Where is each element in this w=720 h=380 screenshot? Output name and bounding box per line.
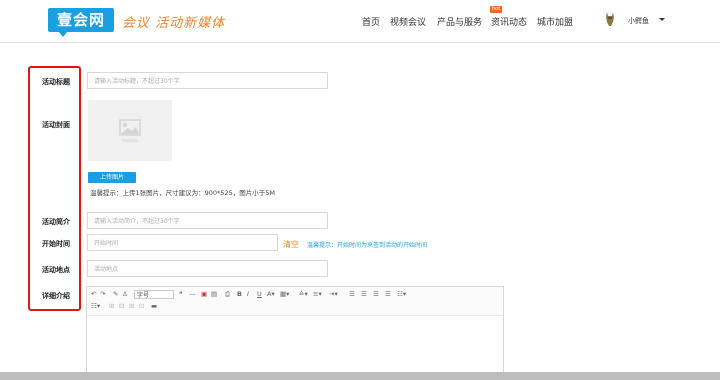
hot-badge: hot	[490, 6, 503, 13]
upload-tip-text: 温馨提示：上传1张图片，尺寸建议为：900*525，图片小于5M	[90, 189, 275, 197]
intro-placeholder: 请输入活动简介，不超过30个字	[94, 218, 180, 225]
site-slogan: 会议 活动新媒体	[122, 16, 226, 31]
nav-video-meeting[interactable]: 视频会议	[390, 15, 426, 28]
ordered-list-icon[interactable]: ☷▾	[91, 302, 100, 311]
unordered-list-icon[interactable]: ☷▾	[397, 290, 406, 299]
align-right-icon[interactable]: ☰	[373, 290, 379, 299]
font-color-icon[interactable]: A▾	[267, 290, 275, 299]
label-activity-location: 活动地点	[42, 266, 70, 274]
blockquote-icon[interactable]: ❝	[179, 290, 183, 299]
upload-image-button[interactable]: 上传图片	[88, 172, 136, 183]
label-start-time: 开始时间	[42, 240, 70, 248]
image-icon	[119, 119, 141, 142]
paragraph-spacing-icon[interactable]: ≡▾	[313, 290, 322, 299]
italic-button[interactable]: I	[247, 290, 249, 299]
start-time-placeholder: 开始时间	[94, 240, 119, 247]
underline-button[interactable]: U	[257, 290, 262, 299]
clear-link[interactable]: 清空	[283, 239, 299, 250]
insert-video-icon[interactable]: ▤	[211, 290, 217, 299]
align-center-icon[interactable]: ☰	[361, 290, 367, 299]
indent-icon[interactable]: ⇥▾	[329, 290, 338, 299]
label-activity-intro: 活动简介	[42, 218, 70, 226]
eraser-icon[interactable]: ✎	[113, 290, 118, 299]
align-left-icon[interactable]: ☰	[349, 290, 355, 299]
bold-button[interactable]: B	[237, 290, 242, 299]
logo-pointer	[58, 31, 68, 37]
horizontal-rule-icon[interactable]: —	[189, 290, 196, 299]
row-spacing-icon[interactable]: ≙▾	[299, 290, 308, 299]
title-input[interactable]: 请输入活动标题，不超过30个字	[87, 72, 328, 89]
site-logo[interactable]: 壹会网	[48, 8, 114, 32]
nav-news[interactable]: 资讯动态	[491, 15, 527, 28]
insert-image-icon[interactable]: ▣	[201, 290, 207, 299]
user-name[interactable]: 小鳄鱼	[628, 16, 649, 26]
align-justify-icon[interactable]: ☰	[385, 290, 391, 299]
cover-image-placeholder[interactable]	[88, 100, 172, 161]
format-paint-icon[interactable]: ♙	[122, 290, 128, 299]
insert-row-icon[interactable]: ⊟	[119, 302, 124, 311]
nav-home[interactable]: 首页	[362, 15, 380, 28]
user-avatar-icon[interactable]	[605, 12, 615, 26]
intro-input[interactable]: 请输入活动简介，不超过30个字	[87, 212, 328, 229]
editor-toolbar: ↶ ↷ ✎ ♙ 字号 ❝ — ▣ ▤ ⎙ B I U A▾ ▦▾ ≙▾ ≡▾ ⇥…	[87, 287, 503, 316]
label-detail-intro: 详细介绍	[42, 292, 70, 300]
undo-icon[interactable]: ↶	[91, 290, 96, 299]
nav-city-franchise[interactable]: 城市加盟	[537, 15, 573, 28]
start-time-tip: 温馨提示：开始时间为来签到活动的开始时间	[307, 242, 428, 249]
location-input[interactable]: 活动地点	[87, 260, 328, 277]
merge-cells-icon[interactable]: ⊡	[139, 302, 144, 311]
label-activity-cover: 活动封面	[42, 121, 70, 129]
font-size-select[interactable]: 字号	[134, 290, 174, 299]
print-icon[interactable]: ⎙	[225, 290, 230, 299]
insert-table-icon[interactable]: ⊞	[109, 302, 114, 311]
start-time-input[interactable]: 开始时间	[87, 234, 278, 251]
more-tools-icon[interactable]: ▬	[151, 302, 157, 311]
background-color-icon[interactable]: ▦▾	[280, 290, 289, 299]
font-size-select-value: 字号	[137, 292, 150, 299]
insert-column-icon[interactable]: ⊞	[129, 302, 134, 311]
location-placeholder: 活动地点	[94, 266, 119, 273]
title-placeholder: 请输入活动标题，不超过30个字	[94, 78, 180, 85]
rich-text-editor[interactable]: ↶ ↷ ✎ ♙ 字号 ❝ — ▣ ▤ ⎙ B I U A▾ ▦▾ ≙▾ ≡▾ ⇥…	[86, 286, 504, 376]
redo-icon[interactable]: ↷	[100, 290, 105, 299]
bottom-bar	[0, 372, 720, 380]
top-header: 壹会网 会议 活动新媒体 首页 视频会议 产品与服务 hot 资讯动态 城市加盟…	[0, 0, 720, 43]
nav-products-services[interactable]: 产品与服务	[437, 15, 482, 28]
label-activity-title: 活动标题	[42, 78, 70, 86]
chevron-down-icon[interactable]	[659, 18, 665, 21]
